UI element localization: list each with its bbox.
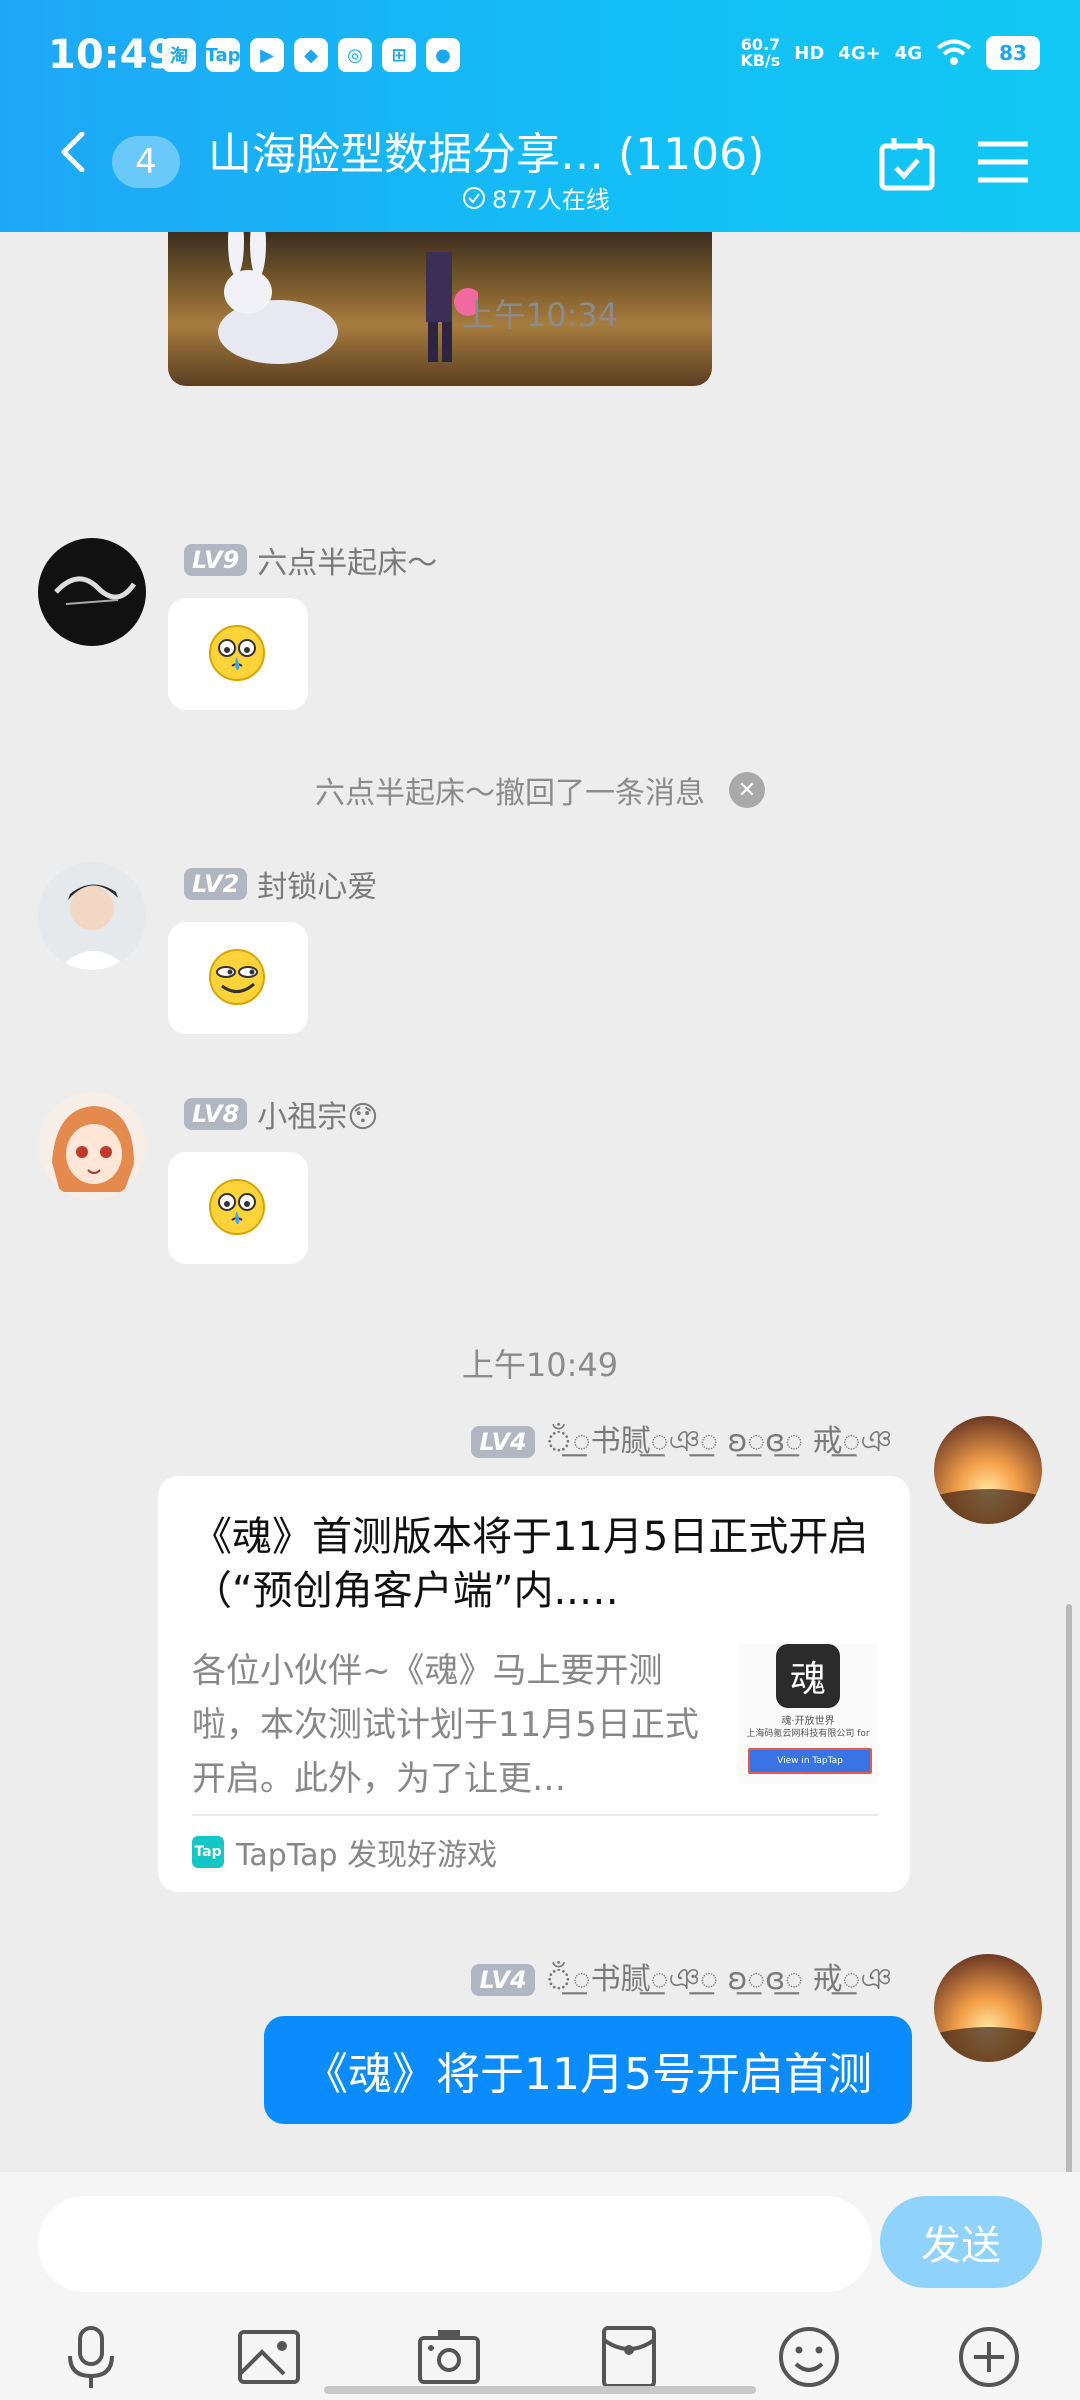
chat-area[interactable]: 上午10:34 LV9 六点半起床～ 六点半起床～撤回了一条消息 ✕ LV2 封…: [0, 232, 1080, 2172]
grid-app-icon: ⊞: [382, 38, 416, 72]
group-title[interactable]: 山海脸型数据分享… (1106): [208, 118, 808, 182]
game-logo: 魂: [776, 1644, 840, 1708]
card-source: Tap TapTap 发现好游戏: [192, 1830, 497, 1874]
menu-icon[interactable]: [976, 138, 1030, 186]
sender-info[interactable]: LV9 六点半起床～: [184, 538, 437, 582]
home-indicator[interactable]: [324, 2386, 756, 2394]
emoji-message[interactable]: [168, 598, 308, 710]
check-circle-icon: [463, 186, 485, 209]
avatar[interactable]: [38, 538, 146, 646]
sender-nickname: 封锁心爱: [257, 870, 378, 905]
card-description: 各位小伙伴~《魂》马上要开测啦，本次测试计划于11月5日正式开启。此外，为了让更…: [192, 1651, 699, 1799]
status-bar: 10:49 淘 Tap ▶ ◆ ◎ ⊞ ● 60.7 KB/s HD 4G+ 4…: [0, 0, 1080, 110]
avatar-sunset-image: [934, 1954, 1042, 2062]
smirk-face-icon: [209, 949, 265, 1005]
crying-face-icon: [209, 625, 265, 681]
avatar-anime-girl-image: [38, 1092, 146, 1200]
view-in-taptap-button: View in TapTap: [748, 1748, 872, 1774]
taptap-app-icon: Tap: [206, 38, 241, 72]
recall-notice: 六点半起床～撤回了一条消息 ✕: [0, 768, 1080, 812]
game-app-icon: ◆: [294, 38, 328, 72]
sender-nickname: 小祖宗😯: [257, 1100, 379, 1135]
unread-count-badge[interactable]: 4: [112, 136, 180, 188]
microphone-icon[interactable]: [56, 2322, 126, 2392]
scrollbar[interactable]: [1066, 1604, 1072, 2172]
send-button[interactable]: 发送: [880, 2196, 1042, 2288]
camera-icon[interactable]: [414, 2322, 484, 2392]
recall-text: 六点半起床～撤回了一条消息: [315, 776, 705, 811]
my-avatar[interactable]: [934, 1954, 1042, 2062]
link-card-message[interactable]: 《魂》首测版本将于11月5日正式开启（“预创角客户端”内..… 各位小伙伴~《魂…: [158, 1476, 910, 1892]
calendar-check-icon[interactable]: [878, 136, 936, 192]
level-badge: LV4: [471, 1964, 535, 1996]
message-input[interactable]: [38, 2196, 872, 2292]
status-app-icons: 淘 Tap ▶ ◆ ◎ ⊞ ●: [162, 38, 460, 72]
card-source-label: TapTap 发现好游戏: [236, 1838, 498, 1873]
sender-nickname: 六点半起床～: [257, 546, 438, 581]
online-count-label: 877人在线: [492, 186, 610, 214]
compass-app-icon: ◎: [338, 38, 372, 72]
level-badge: LV4: [471, 1426, 535, 1458]
sender-nickname: ঁ꯭书腻꯭ঞ꯭ ʚ꯭ɞ꯭ 戒꯭ঞ: [544, 1962, 892, 1997]
red-packet-icon[interactable]: [594, 2322, 664, 2392]
circle-app-icon: ●: [426, 38, 460, 72]
avatar[interactable]: [38, 862, 146, 970]
input-area: 发送: [0, 2172, 1080, 2400]
taobao-app-icon: 淘: [162, 38, 196, 72]
card-thumbnail: 魂 魂·开放世界 上海码氪云网科技有限公司 for View in TapTap: [738, 1644, 878, 1784]
network-speed: 60.7 KB/s: [740, 35, 781, 70]
signal-4g-icon: 4G: [894, 42, 922, 64]
card-title: 《魂》首测版本将于11月5日正式开启（“预创角客户端”内..…: [192, 1514, 869, 1614]
sender-info[interactable]: LV8 小祖宗😯: [184, 1092, 379, 1136]
online-count[interactable]: 877人在线: [462, 180, 610, 215]
card-divider: [192, 1814, 878, 1816]
text-message[interactable]: 《魂》将于11月5号开启首测: [264, 2016, 912, 2124]
plus-icon[interactable]: [954, 2322, 1024, 2392]
video-app-icon: ▶: [250, 38, 284, 72]
input-toolbar: [0, 2312, 1080, 2388]
sender-info[interactable]: LV4 ঁ꯭书腻꯭ঞ꯭ ʚ꯭ɞ꯭ 戒꯭ঞ: [471, 1416, 892, 1468]
sender-info[interactable]: LV4 ঁ꯭书腻꯭ঞ꯭ ʚ꯭ɞ꯭ 戒꯭ঞ: [471, 1954, 892, 2006]
status-indicators: 60.7 KB/s HD 4G+ 4G 83: [740, 36, 1040, 70]
emoji-message[interactable]: [168, 922, 308, 1034]
timestamp: 上午10:49: [461, 1346, 619, 1384]
my-avatar[interactable]: [934, 1416, 1042, 1524]
sender-nickname: ঁ꯭书腻꯭ঞ꯭ ʚ꯭ɞ꯭ 戒꯭ঞ: [544, 1424, 892, 1459]
taptap-icon: Tap: [192, 1836, 224, 1868]
avatar-person-image: [38, 862, 146, 970]
avatar-calligraphy-image: [54, 576, 137, 605]
avatar-sunset-image: [934, 1416, 1042, 1524]
close-icon[interactable]: ✕: [729, 772, 765, 808]
emoji-icon[interactable]: [774, 2322, 844, 2392]
timestamp: 上午10:34: [461, 296, 619, 334]
status-time: 10:49: [48, 32, 176, 78]
level-badge: LV9: [184, 544, 248, 576]
wifi-icon: [936, 39, 972, 65]
picture-icon[interactable]: [234, 2322, 304, 2392]
signal-4g-plus-icon: 4G+: [838, 42, 881, 64]
emoji-message[interactable]: [168, 1152, 308, 1264]
back-arrow-icon[interactable]: [54, 132, 94, 172]
battery-icon: 83: [986, 36, 1040, 70]
chat-header: 10:49 淘 Tap ▶ ◆ ◎ ⊞ ● 60.7 KB/s HD 4G+ 4…: [0, 0, 1080, 232]
crying-face-icon: [209, 1179, 265, 1235]
avatar[interactable]: [38, 1092, 146, 1200]
level-badge: LV2: [184, 868, 248, 900]
sender-info[interactable]: LV2 封锁心爱: [184, 862, 377, 906]
hd-icon: HD: [794, 42, 825, 64]
level-badge: LV8: [184, 1098, 248, 1130]
